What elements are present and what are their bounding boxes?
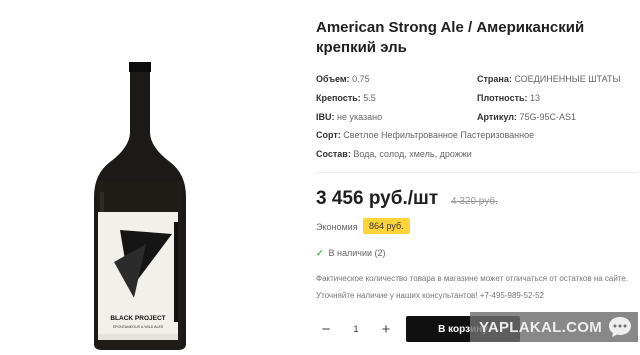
beer-bottle-image: BLACK PROJECT SPONTANEOUS & WILD ALES: [94, 62, 186, 350]
bottle-label-brand: BLACK PROJECT: [110, 315, 165, 322]
spec-article-value: 75G-95C-AS1: [519, 112, 576, 122]
spec-composition-value: Вода, солод, хмель, дрожжи: [353, 149, 472, 159]
check-icon: ✓: [316, 248, 324, 258]
economy-badge: 864 руб.: [363, 218, 410, 234]
watermark-text: YAPLAKAL.COM: [478, 318, 602, 336]
quantity-stepper: − 1 +: [316, 316, 396, 342]
spec-ibu: IBU: не указано: [316, 111, 382, 123]
spec-variety-key: Сорт:: [316, 130, 341, 140]
product-info: American Strong Ale / Американский крепк…: [316, 0, 638, 355]
divider: [316, 172, 638, 173]
product-image-area: BLACK PROJECT SPONTANEOUS & WILD ALES: [0, 0, 290, 355]
spec-variety: Сорт: Светлое Нефильтрованное Пастеризов…: [316, 129, 534, 141]
spec-article: Артикул: 75G-95C-AS1: [477, 111, 576, 123]
spec-country-key: Страна:: [477, 74, 512, 84]
spec-country-value: СОЕДИНЕННЫЕ ШТАТЫ: [514, 74, 621, 84]
spec-volume-key: Объем:: [316, 74, 350, 84]
spec-country: Страна: СОЕДИНЕННЫЕ ШТАТЫ: [477, 73, 620, 85]
spec-ibu-value: не указано: [337, 112, 383, 122]
spec-strength-key: Крепость:: [316, 93, 361, 103]
spec-volume: Объем: 0.75: [316, 73, 370, 85]
quantity-value[interactable]: 1: [336, 324, 376, 334]
economy-label: Экономия: [316, 222, 358, 232]
spec-density-value: 13: [530, 93, 541, 103]
stock-note: Фактическое количество товара в магазине…: [316, 274, 629, 300]
spec-density: Плотность: 13: [477, 92, 540, 104]
watermark: YAPLAKAL.COM: [470, 312, 638, 342]
old-price: 4 320 руб.: [451, 196, 498, 207]
spec-variety-value: Светлое Нефильтрованное Пастеризованное: [343, 130, 535, 140]
spec-ibu-key: IBU:: [316, 112, 335, 122]
stock-text: В наличии (2): [328, 248, 386, 258]
quantity-minus-button[interactable]: −: [316, 316, 336, 342]
price: 3 456 руб./шт: [316, 188, 439, 209]
product-title: American Strong Ale / Американский крепк…: [316, 19, 585, 56]
spec-composition: Состав: Вода, солод, хмель, дрожжи: [316, 148, 472, 160]
spec-density-key: Плотность:: [477, 93, 528, 103]
spec-article-key: Артикул:: [477, 112, 517, 122]
chat-bubble-icon: [609, 317, 631, 337]
quantity-plus-button[interactable]: +: [376, 316, 396, 342]
spec-strength-value: 5.5: [363, 93, 376, 103]
spec-strength: Крепость: 5.5: [316, 92, 376, 104]
bottle-label-tagline: SPONTANEOUS & WILD ALES: [113, 325, 164, 329]
spec-volume-value: 0.75: [352, 74, 370, 84]
spec-composition-key: Состав:: [316, 149, 351, 159]
stock-status: ✓ В наличии (2): [316, 248, 386, 259]
